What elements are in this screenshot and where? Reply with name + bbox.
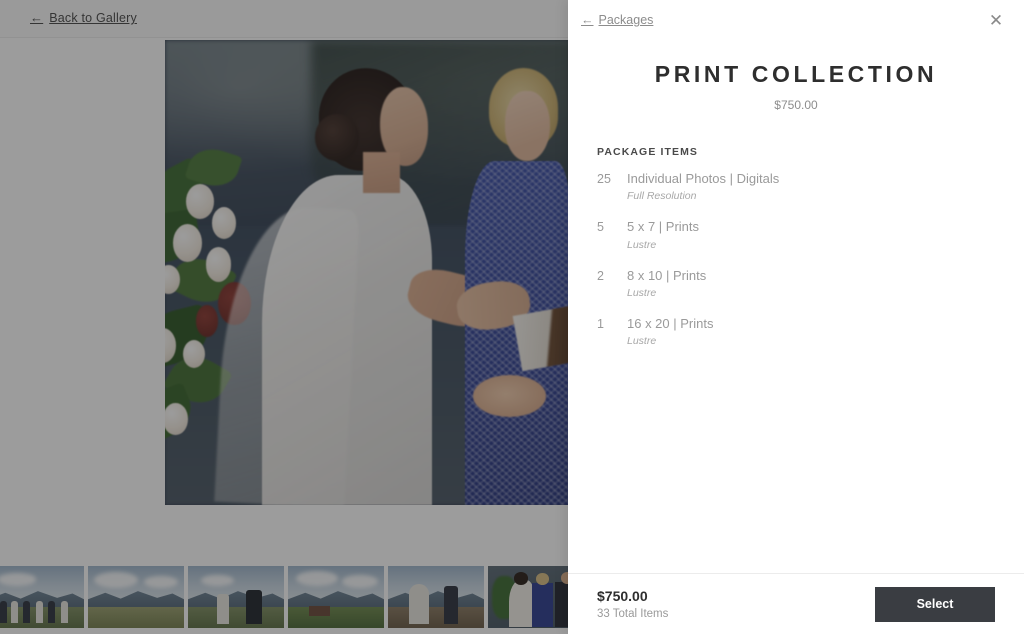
- select-button[interactable]: Select: [875, 586, 995, 622]
- panel-footer: $750.00 33 Total Items Select: [568, 573, 1024, 634]
- close-icon[interactable]: ✕: [984, 8, 1008, 32]
- item-name: 5 x 7 | Prints: [627, 219, 700, 235]
- item-subtitle: Lustre: [627, 286, 657, 299]
- item-subtitle: Full Resolution: [627, 190, 697, 203]
- panel-header: ← Packages ✕: [568, 0, 1024, 42]
- list-item: 25 Individual Photos | Digitals Full Res…: [568, 171, 1024, 202]
- footer-summary: $750.00 33 Total Items: [597, 588, 668, 621]
- back-arrow-icon: ←: [581, 13, 594, 27]
- item-quantity: 1: [597, 316, 604, 331]
- item-name: Individual Photos | Digitals: [627, 171, 780, 186]
- list-item: 1 16 x 20 | Prints Lustre: [568, 316, 1024, 347]
- back-to-packages-label: Packages: [598, 13, 654, 27]
- package-detail-panel: ← Packages ✕ PRINT COLLECTION $750.00 PAC…: [568, 0, 1024, 634]
- footer-total-price: $750.00: [597, 587, 648, 604]
- modal-overlay[interactable]: [0, 0, 568, 634]
- footer-item-count: 33 Total Items: [597, 608, 669, 621]
- item-subtitle: Lustre: [627, 238, 657, 251]
- list-item: 5 5 x 7 | Prints Lustre: [568, 219, 1024, 250]
- item-quantity: 5: [597, 220, 604, 235]
- item-name: 16 x 20 | Prints: [627, 315, 714, 331]
- package-items-list: 25 Individual Photos | Digitals Full Res…: [568, 171, 1024, 347]
- item-name: 8 x 10 | Prints: [627, 267, 707, 283]
- package-items-heading: PACKAGE ITEMS: [597, 146, 699, 158]
- gallery-package-view: ← Back to Gallery ◀ ← Packages ✕ PRINT C…: [0, 0, 1024, 634]
- list-item: 2 8 x 10 | Prints Lustre: [568, 268, 1024, 299]
- item-subtitle: Lustre: [627, 335, 657, 347]
- item-quantity: 25: [597, 172, 611, 186]
- back-to-packages-link[interactable]: ← Packages: [581, 13, 653, 27]
- item-quantity: 2: [597, 268, 604, 283]
- package-title: PRINT COLLECTION: [654, 61, 938, 87]
- package-price: $750.00: [774, 98, 818, 112]
